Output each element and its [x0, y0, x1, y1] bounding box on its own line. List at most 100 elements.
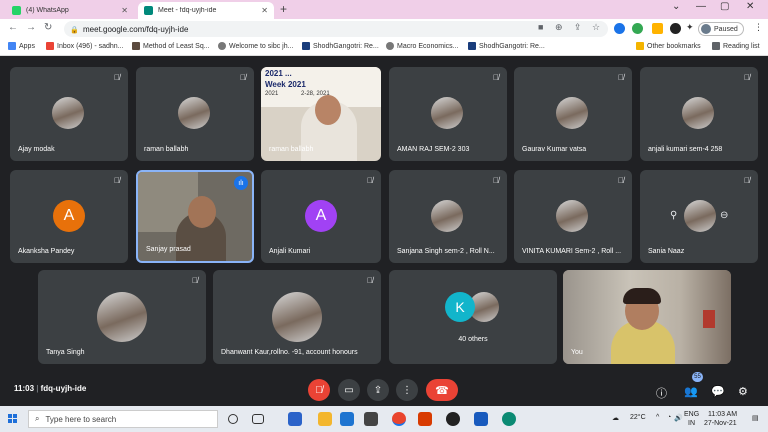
more-options-button[interactable]: ⋮ — [396, 379, 418, 401]
info-icon[interactable]: ⓘ — [656, 385, 667, 401]
pin-icon[interactable]: ⚲ — [670, 210, 677, 221]
app-icon[interactable] — [340, 412, 354, 426]
mic-toggle-button[interactable]: 🎙̸ — [308, 379, 330, 401]
tab-whatsapp[interactable]: (4) WhatsApp ✕ — [6, 2, 134, 19]
bookmark-other[interactable]: Other bookmarks — [636, 42, 701, 50]
avatar — [52, 97, 84, 129]
participant-tile[interactable]: 🎙̸ AMAN RAJ SEM-2 303 — [389, 67, 507, 161]
weather-icon[interactable]: ☁ — [612, 414, 619, 422]
participant-name: Akanksha Pandey — [18, 248, 75, 255]
edge-icon[interactable] — [502, 412, 516, 426]
bookmark-shodhgangotri-1[interactable]: ShodhGangotri: Re... — [302, 42, 379, 50]
participant-tile[interactable]: 🎙̸ Gaurav Kumar vatsa — [514, 67, 632, 161]
extension-icon[interactable] — [632, 23, 643, 34]
windows-start-icon[interactable] — [8, 414, 18, 424]
doc-icon — [132, 42, 140, 50]
participant-video-tile-speaking[interactable]: ılı Sanjay prasad — [136, 170, 254, 263]
bookmark-macro[interactable]: Macro Economics... — [386, 42, 458, 50]
lock-icon: 🔒 — [70, 26, 79, 34]
bookmark-label: Welcome to sibc jh... — [229, 42, 294, 50]
participant-tile[interactable]: 🎙̸ Sanjana Singh sem-2 , Roll N... — [389, 170, 507, 263]
file-explorer-icon[interactable] — [318, 412, 332, 426]
extension-icon[interactable] — [614, 23, 625, 34]
network-icon[interactable]: ◔ — [667, 414, 671, 421]
zoom-icon[interactable]: ⊕ — [555, 22, 563, 33]
participant-tile[interactable]: 🎙̸ Dhanwant Kaur,rollno. -91, account ho… — [213, 270, 381, 364]
taskbar-search-input[interactable]: ⌕ Type here to search — [28, 410, 218, 428]
meeting-time: 11:03 — [14, 384, 35, 393]
bookmark-star-icon[interactable]: ☆ — [592, 22, 600, 33]
camera-toggle-button[interactable]: ▭ — [338, 379, 360, 401]
minimize-icon[interactable]: — — [696, 1, 706, 12]
bookmark-method[interactable]: Method of Least Sq... — [132, 42, 210, 50]
bookmark-welcome[interactable]: Welcome to sibc jh... — [218, 42, 293, 50]
participant-tile[interactable]: 🎙̸ ⚲ ⊖ Sania Naaz — [640, 170, 758, 263]
language-indicator[interactable]: ENG — [684, 411, 699, 418]
self-name: You — [571, 349, 583, 356]
back-arrow-icon[interactable]: ← — [8, 22, 18, 33]
clock-time[interactable]: 11:03 AM — [708, 411, 737, 418]
extension-icon[interactable] — [652, 23, 663, 34]
participant-tile[interactable]: 🎙̸ VINITA KUMARI Sem-2 , Roll ... — [514, 170, 632, 263]
share-icon[interactable]: ⇪ — [574, 22, 582, 33]
bookmark-shodhgangotri-2[interactable]: ShodhGangotri: Re... — [468, 42, 545, 50]
tray-chevron-icon[interactable]: ^ — [656, 414, 659, 421]
extension-icon[interactable] — [670, 23, 681, 34]
cortana-icon[interactable] — [228, 414, 238, 424]
bookmark-label: ShodhGangotri: Re... — [479, 42, 545, 50]
globe-icon — [218, 42, 226, 50]
participant-tile[interactable]: 🎙̸ anjali kumari sem-4 258 — [640, 67, 758, 161]
mic-off-icon: 🎙̸ — [315, 384, 323, 396]
participant-name: Sania Naaz — [648, 248, 685, 255]
profile-button[interactable]: Paused — [698, 22, 744, 36]
puzzle-icon[interactable]: ✦ — [686, 22, 694, 33]
bookmark-inbox[interactable]: Inbox (496) - sadhn... — [46, 42, 124, 50]
participant-tile[interactable]: 🎙̸ A Akanksha Pandey — [10, 170, 128, 263]
browser-tab-strip: (4) WhatsApp ✕ Meet - fdq-uyjh-ide ✕ + ⌄… — [0, 0, 768, 19]
app-icon[interactable] — [288, 412, 302, 426]
participant-name: Anjali Kumari — [269, 248, 311, 255]
volume-icon[interactable]: 🔊 — [674, 414, 683, 422]
whatsapp-icon — [12, 6, 21, 15]
bookmark-apps[interactable]: Apps — [8, 42, 35, 50]
people-icon[interactable]: 👥 — [684, 385, 698, 398]
camera-icon[interactable]: ■ — [538, 22, 543, 32]
participant-tile[interactable]: 🎙̸ raman ballabh — [136, 67, 254, 161]
participant-tile[interactable]: 🎙̸ Tanya Singh — [38, 270, 206, 364]
activities-icon[interactable]: ⚙ — [738, 385, 748, 398]
remove-icon[interactable]: ⊖ — [720, 210, 728, 221]
maximize-icon[interactable]: ▢ — [720, 1, 729, 12]
meeting-code: fdq-uyjh-ide — [40, 384, 87, 393]
participant-tile[interactable]: 🎙̸ Ajay modak — [10, 67, 128, 161]
reload-icon[interactable]: ↻ — [44, 22, 52, 33]
word-icon[interactable] — [474, 412, 488, 426]
notification-icon[interactable]: ▤ — [752, 414, 759, 422]
close-icon[interactable]: ✕ — [121, 6, 128, 15]
meet-control-bar: 11:03 | fdq-uyjh-ide 🎙̸ ▭ ⇪ ⋮ ☎ ⓘ 👥 55 💬… — [0, 372, 768, 406]
participant-tile[interactable]: 🎙̸ A Anjali Kumari — [261, 170, 381, 263]
app-icon[interactable] — [446, 412, 460, 426]
shodhgangotri-icon — [302, 42, 310, 50]
self-video-tile[interactable]: You — [563, 270, 731, 364]
window-close-icon[interactable]: ✕ — [746, 1, 754, 12]
address-bar[interactable]: 🔒 meet.google.com/fdq-uyjh-ide — [64, 21, 608, 37]
close-icon[interactable]: ✕ — [261, 6, 268, 15]
task-view-icon[interactable] — [252, 414, 264, 424]
chat-icon[interactable]: 💬 — [711, 385, 725, 398]
participant-video-tile[interactable]: 2021 ... Week 2021 2021 2-28, 2021 raman… — [261, 67, 381, 161]
leave-call-button[interactable]: ☎ — [426, 379, 458, 401]
bookmark-reading-list[interactable]: Reading list — [712, 42, 760, 50]
present-button[interactable]: ⇪ — [367, 379, 389, 401]
new-tab-button[interactable]: + — [280, 2, 287, 16]
others-tile[interactable]: K 40 others — [389, 270, 557, 364]
avatar — [431, 200, 463, 232]
tab-meet[interactable]: Meet - fdq-uyjh-ide ✕ — [138, 2, 274, 19]
mic-off-icon: 🎙̸ — [192, 276, 198, 285]
tab-search-icon[interactable]: ⌄ — [672, 1, 680, 12]
chrome-icon[interactable] — [392, 412, 406, 426]
app-icon[interactable] — [418, 412, 432, 426]
kebab-menu-icon[interactable]: ⋮ — [754, 22, 763, 33]
forward-arrow-icon[interactable]: → — [26, 22, 36, 33]
bookmark-label: Method of Least Sq... — [143, 42, 210, 50]
store-icon[interactable] — [364, 412, 378, 426]
